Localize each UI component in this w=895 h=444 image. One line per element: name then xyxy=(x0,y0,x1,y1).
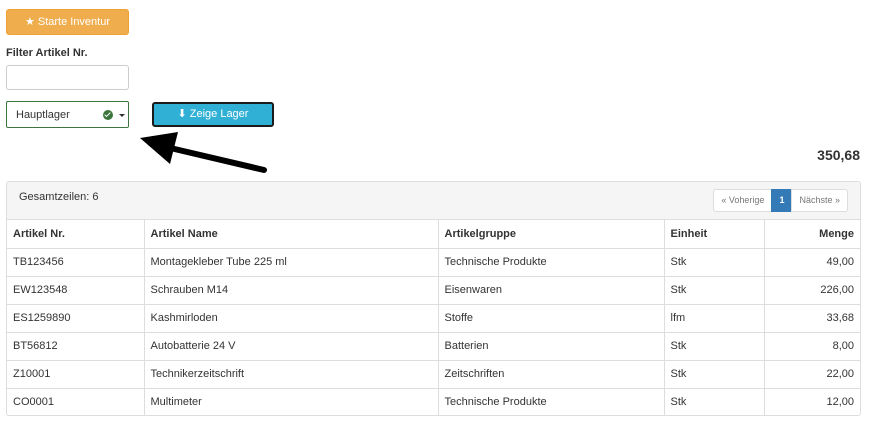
table-cell: Multimeter xyxy=(144,388,439,415)
start-inventory-label: Starte Inventur xyxy=(37,16,111,28)
table-cell: lfm xyxy=(664,304,765,333)
warehouse-select[interactable]: Hauptlager xyxy=(6,101,129,128)
column-header[interactable]: Einheit xyxy=(664,220,765,249)
chevron-down-icon xyxy=(119,114,125,117)
table-cell: Montagekleber Tube 225 ml xyxy=(144,248,439,277)
table-cell: Autobatterie 24 V xyxy=(144,332,439,361)
download-icon: ⬇ xyxy=(177,108,187,120)
total-value: 350,68 xyxy=(817,147,860,163)
table-cell: ES1259890 xyxy=(7,304,145,333)
pager-next[interactable]: Nächste » xyxy=(791,189,848,212)
row-count: Gesamtzeilen: 6 xyxy=(19,191,99,203)
table-cell: Technische Produkte xyxy=(438,248,665,277)
table-cell: 22,00 xyxy=(764,360,860,389)
table-cell: Stoffe xyxy=(438,304,665,333)
table-cell: Schrauben M14 xyxy=(144,276,439,305)
inventory-table: Artikel Nr. Artikel Name Artikelgruppe E… xyxy=(7,220,860,415)
filter-article-input[interactable] xyxy=(6,65,129,90)
table-cell: BT56812 xyxy=(7,332,145,361)
table-cell: Stk xyxy=(664,248,765,277)
check-circle-icon xyxy=(103,110,113,120)
table-row[interactable]: Z10001 Technikerzeitschrift Zeitschrifte… xyxy=(7,360,860,389)
table-cell: Stk xyxy=(664,360,765,389)
show-warehouse-button[interactable]: ⬇ Zeige Lager xyxy=(152,102,274,127)
table-cell: Zeitschriften xyxy=(438,360,665,389)
table-cell: Batterien xyxy=(438,332,665,361)
start-inventory-button[interactable]: ★ Starte Inventur xyxy=(6,9,129,35)
table-cell: TB123456 xyxy=(7,248,145,277)
warehouse-select-value: Hauptlager xyxy=(16,109,70,121)
table-cell: CO0001 xyxy=(7,388,145,415)
column-header[interactable]: Artikel Nr. xyxy=(7,220,145,249)
arrow-icon xyxy=(140,132,267,173)
panel-header: Gesamtzeilen: 6 « Voherige 1 Nächste » xyxy=(7,182,860,220)
star-icon: ★ xyxy=(24,16,35,28)
table-cell: Kashmirloden xyxy=(144,304,439,333)
table-cell: Z10001 xyxy=(7,360,145,389)
table-row[interactable]: ES1259890 Kashmirloden Stoffe lfm 33,68 xyxy=(7,304,860,333)
table-cell: Technikerzeitschrift xyxy=(144,360,439,389)
table-cell: Technische Produkte xyxy=(438,388,665,415)
table-cell: 226,00 xyxy=(764,276,860,305)
table-row[interactable]: CO0001 Multimeter Technische Produkte St… xyxy=(7,388,860,415)
table-cell: 33,68 xyxy=(764,304,860,333)
table-cell: Eisenwaren xyxy=(438,276,665,305)
inventory-panel: Gesamtzeilen: 6 « Voherige 1 Nächste » A… xyxy=(6,181,861,416)
table-cell: Stk xyxy=(664,276,765,305)
table-row[interactable]: BT56812 Autobatterie 24 V Batterien Stk … xyxy=(7,332,860,361)
column-header[interactable]: Artikel Name xyxy=(144,220,439,249)
pagination: « Voherige 1 Nächste » xyxy=(713,189,848,212)
table-cell: 12,00 xyxy=(826,396,854,409)
pager-page-1[interactable]: 1 xyxy=(771,189,793,212)
table-row[interactable]: TB123456 Montagekleber Tube 225 ml Techn… xyxy=(7,248,860,277)
filter-label: Filter Artikel Nr. xyxy=(6,47,88,59)
table-header-row: Artikel Nr. Artikel Name Artikelgruppe E… xyxy=(7,220,860,249)
table-cell: Stk xyxy=(664,332,765,361)
pager-prev[interactable]: « Voherige xyxy=(713,189,773,212)
column-header[interactable]: Artikelgruppe xyxy=(438,220,665,249)
table-cell: 8,00 xyxy=(764,332,860,361)
table-cell: EW123548 xyxy=(7,276,145,305)
column-header[interactable]: Menge xyxy=(764,220,860,249)
table-row[interactable]: EW123548 Schrauben M14 Eisenwaren Stk 22… xyxy=(7,276,860,305)
table-cell: 49,00 xyxy=(764,248,860,277)
table-cell: Stk xyxy=(664,388,765,415)
show-warehouse-label: Zeige Lager xyxy=(189,108,249,120)
